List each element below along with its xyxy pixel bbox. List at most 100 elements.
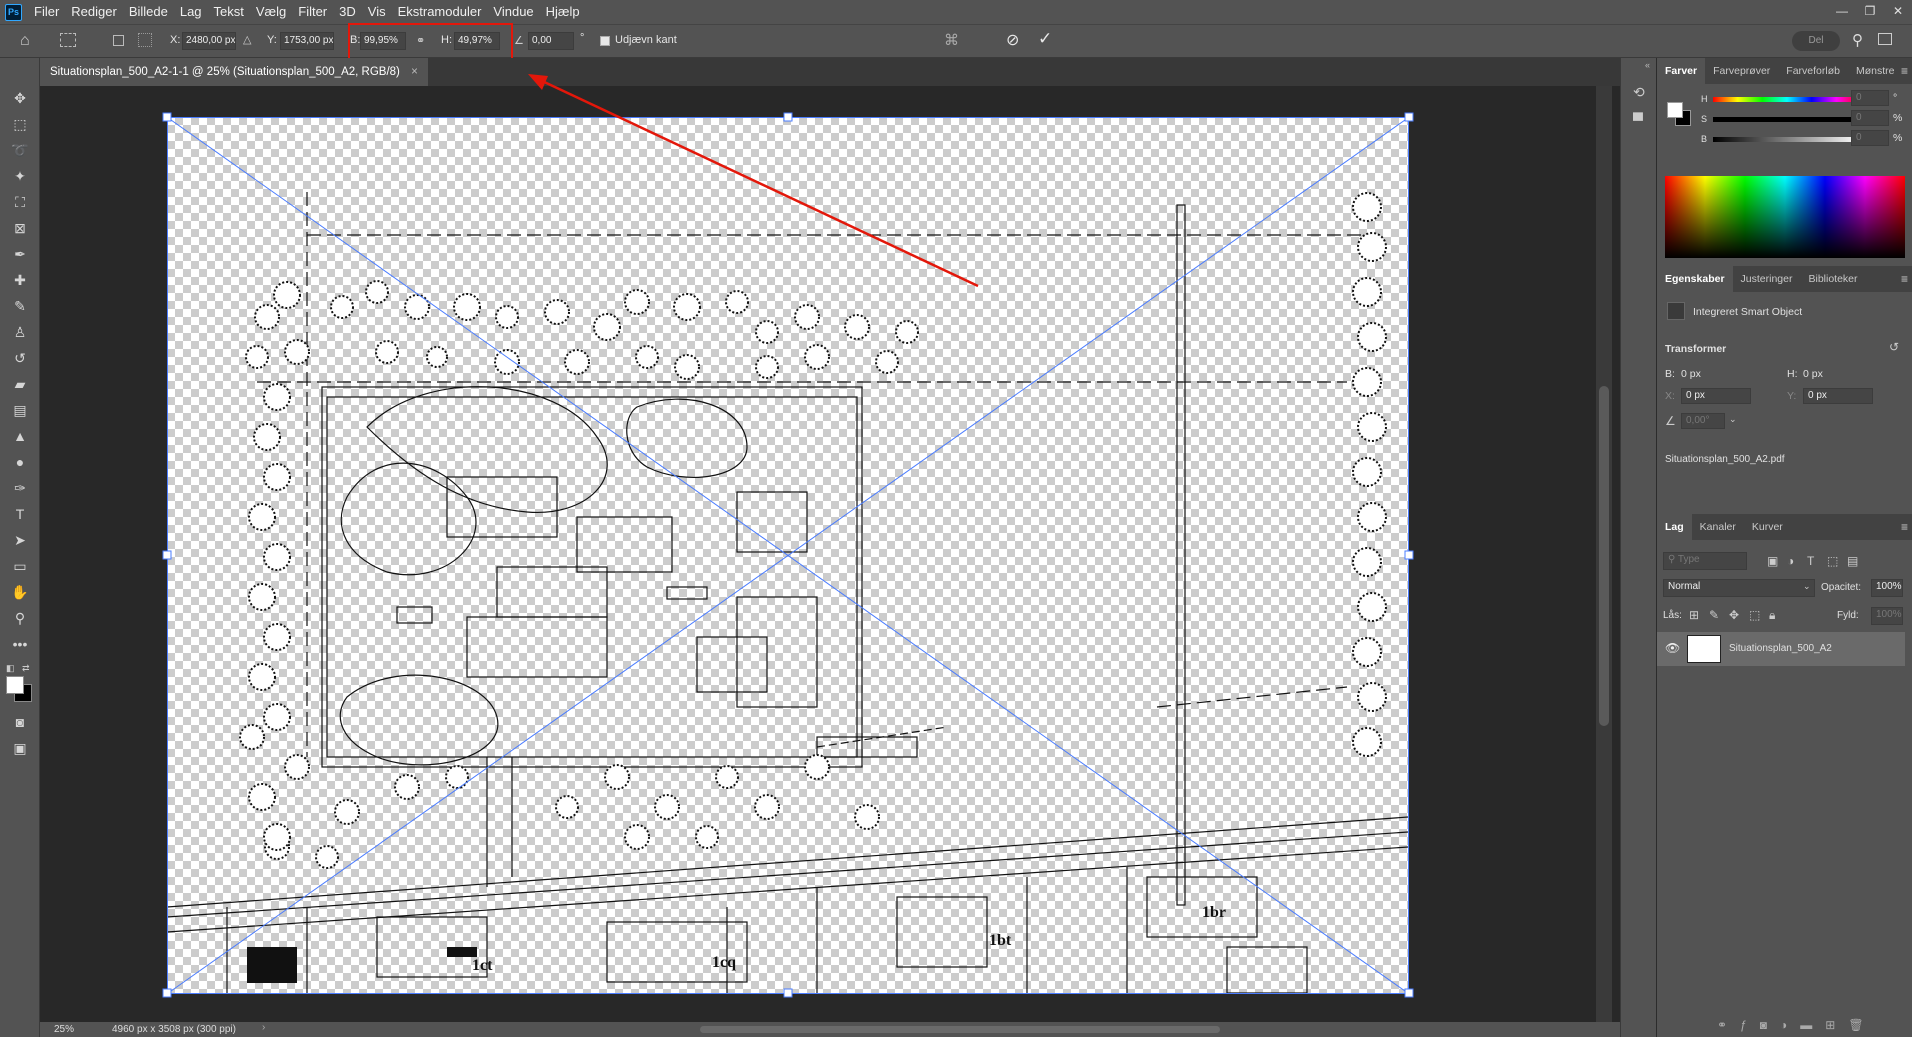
- lock-position-icon[interactable]: ✥: [1729, 608, 1739, 622]
- lock-all-icon[interactable]: 🔒︎: [1769, 608, 1775, 623]
- move-tool-icon[interactable]: ✥: [8, 88, 32, 108]
- tab-patterns[interactable]: Mønstre: [1848, 58, 1903, 84]
- quick-mask-icon[interactable]: ◙: [8, 712, 32, 732]
- opacity-field[interactable]: 100%: [1871, 579, 1903, 597]
- menu-view[interactable]: Vis: [362, 0, 392, 24]
- y-position-field[interactable]: 1753,00 px: [280, 32, 334, 50]
- filter-type-icon[interactable]: T: [1807, 554, 1814, 568]
- brightness-slider[interactable]: [1713, 137, 1861, 142]
- close-window-icon[interactable]: ✕: [1884, 0, 1912, 22]
- close-tab-icon[interactable]: ×: [411, 66, 418, 78]
- document-canvas[interactable]: 1ct 1cq 1bt 1br: [167, 117, 1408, 993]
- history-brush-icon[interactable]: ↺: [8, 348, 32, 368]
- properties-panel-menu-icon[interactable]: ≡: [1901, 272, 1908, 286]
- prop-angle-field[interactable]: 0,00°: [1681, 413, 1725, 429]
- visibility-eye-icon[interactable]: 👁︎: [1665, 641, 1680, 655]
- tab-properties[interactable]: Egenskaber: [1657, 266, 1733, 292]
- marquee-tool-icon[interactable]: ⬚: [8, 114, 32, 134]
- blend-mode-select[interactable]: Normal: [1663, 579, 1815, 597]
- tab-layers[interactable]: Lag: [1657, 514, 1692, 540]
- blur-tool-icon[interactable]: ▲: [8, 426, 32, 446]
- reset-transform-icon[interactable]: ↺: [1889, 340, 1899, 354]
- menu-filter[interactable]: Filter: [292, 0, 333, 24]
- lasso-tool-icon[interactable]: ➰: [8, 140, 32, 160]
- layers-panel-menu-icon[interactable]: ≡: [1901, 520, 1908, 534]
- tab-swatches[interactable]: Farveprøver: [1705, 58, 1778, 84]
- more-tools-icon[interactable]: •••: [8, 634, 32, 654]
- horizontal-scrollbar[interactable]: [700, 1026, 1220, 1033]
- saturation-field[interactable]: 0: [1851, 110, 1889, 126]
- eyedropper-tool-icon[interactable]: ✒: [8, 244, 32, 264]
- path-selection-icon[interactable]: ➤: [8, 530, 32, 550]
- lock-artboard-icon[interactable]: ⬚: [1749, 608, 1760, 622]
- restore-icon[interactable]: ❐: [1856, 0, 1884, 22]
- menu-edit[interactable]: Rediger: [65, 0, 123, 24]
- share-button[interactable]: Del: [1792, 31, 1840, 51]
- tab-color[interactable]: Farver: [1657, 58, 1706, 84]
- document-tab[interactable]: Situationsplan_500_A2-1-1 @ 25% (Situati…: [40, 58, 428, 86]
- type-tool-icon[interactable]: T: [8, 504, 32, 524]
- color-panel-menu-icon[interactable]: ≡: [1901, 64, 1908, 78]
- hand-tool-icon[interactable]: ✋: [8, 582, 32, 602]
- prop-y-field[interactable]: 0 px: [1803, 388, 1873, 404]
- swap-colors-icon[interactable]: ⇄: [22, 663, 30, 674]
- healing-brush-icon[interactable]: ✚: [8, 270, 32, 290]
- tab-channels[interactable]: Kanaler: [1692, 514, 1744, 540]
- lock-pixels-icon[interactable]: ✎: [1709, 608, 1719, 622]
- status-menu-arrow-icon[interactable]: ›: [262, 1022, 265, 1033]
- x-position-field[interactable]: 2480,00 px: [182, 32, 236, 50]
- screen-mode-icon[interactable]: ▣: [8, 738, 32, 758]
- prop-x-field[interactable]: 0 px: [1681, 388, 1751, 404]
- frame-tool-icon[interactable]: ⊠: [8, 218, 32, 238]
- brush-tool-icon[interactable]: ✎: [8, 296, 32, 316]
- transform-tool-icon[interactable]: [60, 33, 76, 47]
- foreground-color-swatch[interactable]: [6, 676, 24, 694]
- tab-curves[interactable]: Kurver: [1744, 514, 1791, 540]
- antialias-checkbox[interactable]: [600, 36, 610, 46]
- scrollbar-thumb[interactable]: [1599, 386, 1609, 726]
- home-icon[interactable]: ⌂: [20, 32, 30, 50]
- menu-3d[interactable]: 3D: [333, 0, 362, 24]
- filter-shape-icon[interactable]: ⬚: [1827, 554, 1838, 568]
- filter-adjustment-icon[interactable]: ◑: [1787, 554, 1794, 568]
- reference-point-grid-icon[interactable]: [138, 33, 152, 47]
- menu-help[interactable]: Hjælp: [540, 0, 586, 24]
- color-spectrum[interactable]: [1665, 176, 1905, 258]
- relative-position-icon[interactable]: △: [243, 33, 251, 46]
- search-icon[interactable]: ⚲: [1852, 31, 1863, 49]
- eraser-tool-icon[interactable]: ▰: [8, 374, 32, 394]
- add-mask-icon[interactable]: ◙: [1760, 1018, 1767, 1032]
- rectangle-tool-icon[interactable]: ▭: [8, 556, 32, 576]
- layer-style-icon[interactable]: ƒ: [1740, 1018, 1747, 1032]
- menu-layer[interactable]: Lag: [174, 0, 208, 24]
- gradient-tool-icon[interactable]: ▤: [8, 400, 32, 420]
- hue-slider[interactable]: [1713, 97, 1861, 102]
- foreground-color-swatch-panel[interactable]: [1667, 102, 1683, 118]
- tab-libraries[interactable]: Biblioteker: [1800, 266, 1865, 292]
- crop-tool-icon[interactable]: ⛶: [8, 192, 32, 212]
- delete-layer-icon[interactable]: 🗑︎: [1848, 1018, 1863, 1032]
- cancel-transform-icon[interactable]: ⊘: [1006, 30, 1019, 50]
- tab-adjustments[interactable]: Justeringer: [1733, 266, 1801, 292]
- warp-icon[interactable]: ⌘: [944, 31, 959, 49]
- filter-pixel-icon[interactable]: ▣: [1767, 554, 1778, 568]
- zoom-tool-icon[interactable]: ⚲: [8, 608, 32, 628]
- vertical-scrollbar[interactable]: [1596, 86, 1612, 1022]
- minimize-icon[interactable]: —: [1828, 0, 1856, 22]
- brightness-field[interactable]: 0: [1851, 130, 1889, 146]
- menu-image[interactable]: Billede: [123, 0, 174, 24]
- fill-field[interactable]: 100%: [1871, 607, 1903, 625]
- new-layer-icon[interactable]: ⊞: [1825, 1018, 1835, 1032]
- filter-smart-object-icon[interactable]: ▤: [1847, 554, 1858, 568]
- layer-filter-field[interactable]: ⚲ Type: [1663, 552, 1747, 570]
- commit-transform-icon[interactable]: ✓: [1038, 29, 1052, 49]
- blend-mode-dropdown-icon[interactable]: ⌄: [1803, 581, 1811, 592]
- zoom-level[interactable]: 25%: [54, 1024, 74, 1035]
- adjustment-layer-icon[interactable]: ◑: [1780, 1018, 1787, 1032]
- reference-point-toggle-icon[interactable]: [113, 35, 124, 46]
- layer-row[interactable]: 👁︎ Situationsplan_500_A2: [1657, 632, 1905, 666]
- menu-plugins[interactable]: Ekstramoduler: [392, 0, 488, 24]
- rotation-field[interactable]: 0,00: [528, 32, 574, 50]
- stamp-tool-icon[interactable]: ♙: [8, 322, 32, 342]
- angle-dropdown-icon[interactable]: ⌄: [1729, 414, 1737, 425]
